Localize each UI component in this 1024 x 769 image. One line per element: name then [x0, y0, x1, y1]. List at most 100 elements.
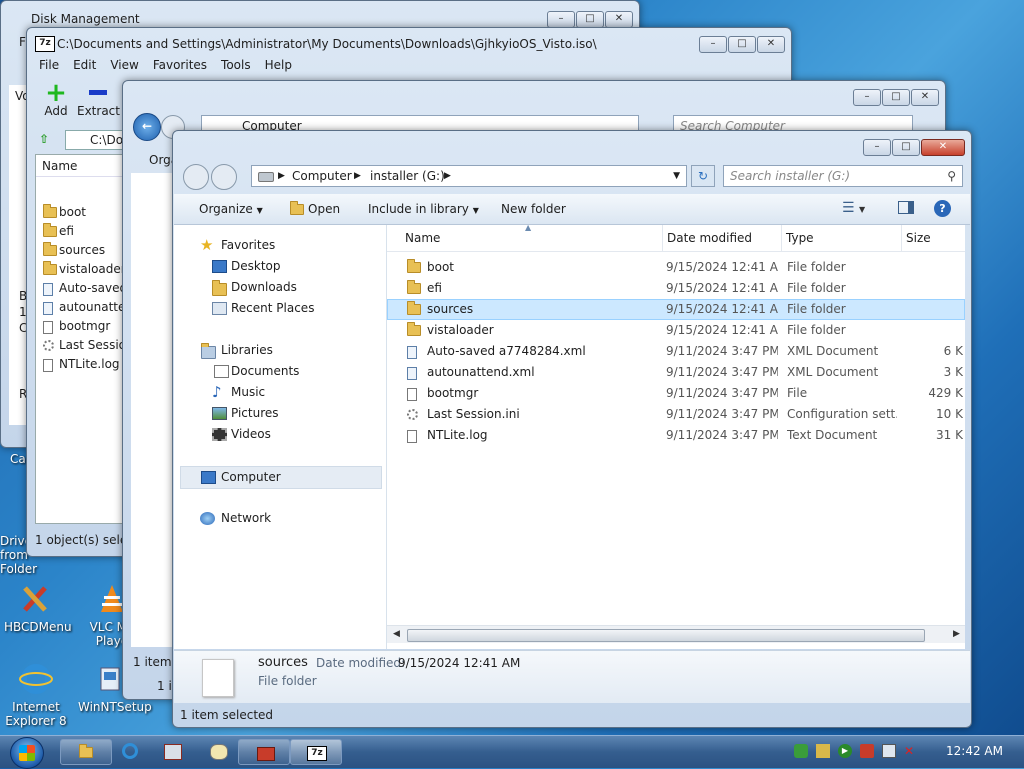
- scroll-left-icon[interactable]: ◀: [393, 629, 400, 639]
- nav-downloads[interactable]: Downloads: [174, 277, 386, 298]
- desktop-icon-hbcdmenu[interactable]: HBCDMenu: [4, 582, 72, 634]
- list-item[interactable]: Last Session.: [36, 336, 137, 355]
- tray-media-play-icon[interactable]: ▶: [838, 744, 852, 758]
- nav-videos[interactable]: Videos: [174, 424, 386, 445]
- up-folder-icon[interactable]: ⇧: [39, 132, 49, 146]
- back-button[interactable]: ←: [133, 113, 161, 141]
- help-icon[interactable]: ?: [934, 200, 951, 217]
- title-bar[interactable]: Disk Management – □ ✕: [1, 1, 639, 29]
- list-item[interactable]: efi: [36, 222, 124, 241]
- list-item[interactable]: autounatten: [36, 298, 133, 317]
- tray-network-icon[interactable]: [882, 744, 896, 758]
- menu-item-file[interactable]: F: [19, 35, 26, 49]
- preview-pane-icon[interactable]: [898, 201, 914, 214]
- xml-icon: [407, 367, 417, 380]
- chevron-down-icon[interactable]: ▼: [673, 166, 680, 186]
- close-button[interactable]: ✕: [605, 11, 633, 28]
- open-button[interactable]: Open: [290, 201, 340, 216]
- search-box[interactable]: Search installer (G:) ⚲: [723, 165, 963, 187]
- table-row[interactable]: vistaloader 9/15/2024 12:41 AM File folder: [387, 320, 965, 341]
- minimize-button[interactable]: –: [699, 36, 727, 53]
- menu-item-view[interactable]: View: [110, 58, 138, 72]
- title-bar[interactable]: – □ ✕: [173, 131, 971, 159]
- nav-pictures[interactable]: Pictures: [174, 403, 386, 424]
- list-item[interactable]: Auto-saved: [36, 279, 127, 298]
- nav-computer[interactable]: Computer: [180, 466, 382, 489]
- column-header-type[interactable]: Type: [781, 225, 896, 251]
- column-header-size[interactable]: Size: [901, 225, 965, 251]
- table-row[interactable]: Auto-saved a7748284.xml 9/11/2024 3:47 PM…: [387, 341, 965, 362]
- maximize-button[interactable]: □: [882, 89, 910, 106]
- maximize-button[interactable]: □: [728, 36, 756, 53]
- menu-item-favorites[interactable]: Favorites: [153, 58, 207, 72]
- taskbar-paint-icon[interactable]: [210, 744, 228, 760]
- extract-button[interactable]: Extract: [77, 82, 120, 118]
- scroll-right-icon[interactable]: ▶: [953, 629, 960, 639]
- file-list[interactable]: Name boot efi sources vistaloader Auto-saved…: [35, 154, 137, 524]
- new-folder-button[interactable]: New folder: [501, 202, 566, 216]
- minimize-button[interactable]: –: [547, 11, 575, 28]
- list-item[interactable]: NTLite.log: [36, 355, 124, 374]
- taskbar-7zip-button[interactable]: 7z: [290, 739, 342, 765]
- horizontal-scrollbar[interactable]: ◀ ▶: [387, 625, 965, 643]
- include-in-library-button[interactable]: Include in library ▼: [368, 202, 479, 216]
- clock[interactable]: 12:42 AM: [946, 744, 1003, 758]
- title-bar[interactable]: 7z C:\Documents and Settings\Administrat…: [27, 28, 791, 56]
- maximize-button[interactable]: □: [892, 139, 920, 156]
- taskbar-app-button[interactable]: [238, 739, 290, 765]
- forward-button[interactable]: [211, 164, 237, 190]
- scrollbar-thumb[interactable]: [407, 629, 925, 642]
- table-row[interactable]: efi 9/15/2024 12:41 AM File folder: [387, 278, 965, 299]
- desktop-icon-internet-explorer[interactable]: Internet Explorer 8: [4, 662, 68, 728]
- nav-recent-places[interactable]: Recent Places: [174, 298, 386, 319]
- search-icon[interactable]: ⚲: [947, 166, 956, 186]
- nav-documents[interactable]: Documents: [174, 361, 386, 382]
- minimize-button[interactable]: –: [863, 139, 891, 156]
- menu-item-tools[interactable]: Tools: [221, 58, 251, 72]
- table-row[interactable]: bootmgr 9/11/2024 3:47 PM File 429 K: [387, 383, 965, 404]
- tray-stack-icon[interactable]: [816, 744, 830, 758]
- refresh-button[interactable]: ↻: [691, 165, 715, 187]
- view-options-icon[interactable]: ☰ ▼: [842, 200, 865, 216]
- title-bar[interactable]: – □ ✕: [123, 81, 945, 109]
- table-row[interactable]: Last Session.ini 9/11/2024 3:47 PM Configu…: [387, 404, 965, 425]
- back-button[interactable]: [183, 164, 209, 190]
- menu-item-help[interactable]: Help: [265, 58, 292, 72]
- maximize-button[interactable]: □: [576, 11, 604, 28]
- taskbar-ie-icon[interactable]: [122, 743, 138, 759]
- table-row[interactable]: NTLite.log 9/11/2024 3:47 PM Text Document…: [387, 425, 965, 446]
- nav-music[interactable]: ♪ Music: [174, 382, 386, 403]
- table-row[interactable]: boot 9/15/2024 12:41 AM File folder: [387, 257, 965, 278]
- menu-item-edit[interactable]: Edit: [73, 58, 96, 72]
- column-header-name[interactable]: Name: [36, 155, 126, 177]
- add-button[interactable]: + Add: [41, 80, 71, 118]
- nav-desktop[interactable]: Desktop: [174, 256, 386, 277]
- breadcrumb-computer[interactable]: Computer: [292, 166, 352, 186]
- nav-favorites[interactable]: ★ Favorites: [174, 235, 386, 256]
- list-item[interactable]: sources: [36, 241, 124, 260]
- breadcrumb-installer[interactable]: installer (G:): [370, 166, 445, 186]
- tray-volume-muted-icon[interactable]: ✕: [904, 744, 918, 758]
- organize-button[interactable]: Organize ▼: [199, 202, 263, 216]
- start-button[interactable]: [10, 737, 44, 769]
- nav-network[interactable]: Network: [174, 508, 386, 529]
- column-header-date[interactable]: Date modified: [662, 225, 777, 251]
- table-row[interactable]: autounattend.xml 9/11/2024 3:47 PM XML Doc…: [387, 362, 965, 383]
- file-list-pane[interactable]: Name ▲ Date modified Type Size boot 9/15/…: [387, 225, 965, 649]
- taskbar-network-icon[interactable]: [164, 744, 182, 760]
- explorer-installer-window[interactable]: – □ ✕ ▶ Computer ▶ installer (G:) ▶ ▼ ↻ …: [172, 130, 972, 728]
- close-button[interactable]: ✕: [757, 36, 785, 53]
- list-item[interactable]: vistaloader: [36, 260, 126, 279]
- list-item[interactable]: bootmgr: [36, 317, 124, 336]
- table-row[interactable]: sources 9/15/2024 12:41 AM File folder: [387, 299, 965, 320]
- tray-security-icon[interactable]: [794, 744, 808, 758]
- minimize-button[interactable]: –: [853, 89, 881, 106]
- address-bar[interactable]: ▶ Computer ▶ installer (G:) ▶ ▼: [251, 165, 687, 187]
- taskbar-explorer-button[interactable]: [60, 739, 112, 765]
- close-button[interactable]: ✕: [921, 139, 965, 156]
- list-item[interactable]: boot: [36, 203, 124, 222]
- menu-item-file[interactable]: File: [39, 58, 59, 72]
- close-button[interactable]: ✕: [911, 89, 939, 106]
- nav-libraries[interactable]: Libraries: [174, 340, 386, 361]
- tray-flag-icon[interactable]: [860, 744, 874, 758]
